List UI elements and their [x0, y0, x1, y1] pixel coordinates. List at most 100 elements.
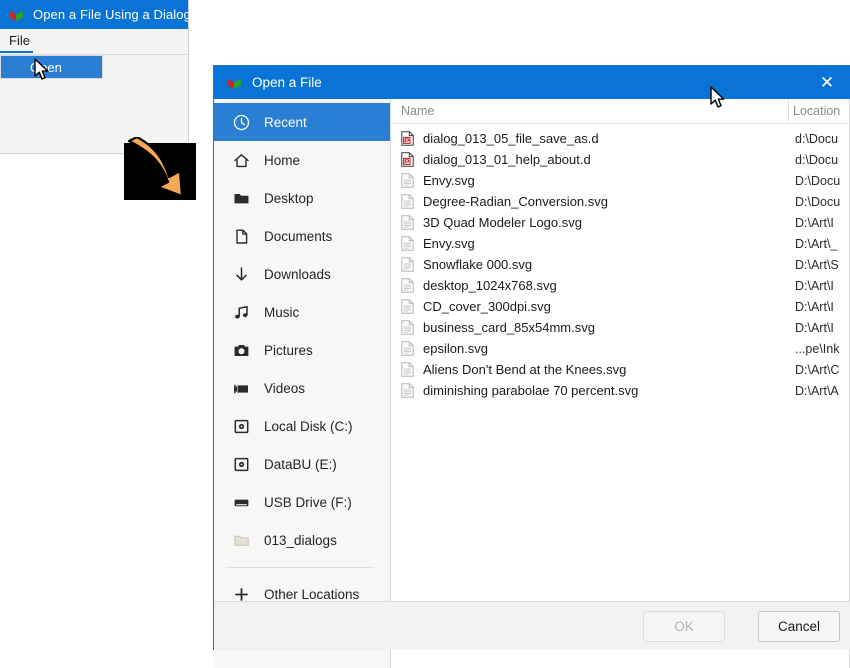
sidebar-item-013-dialogs[interactable]: 013_dialogs — [214, 521, 390, 559]
doc-gray-icon — [401, 173, 414, 188]
file-name-label: diminishing parabolae 70 percent.svg — [423, 383, 639, 398]
background-window-title: Open a File Using a Dialog — [33, 7, 191, 22]
file-location-cell: D:\Art\A — [795, 383, 839, 398]
file-row[interactable]: 3D Quad Modeler Logo.svg D:\Art\I — [391, 212, 849, 233]
sidebar-item-label: Desktop — [264, 190, 314, 206]
file-row[interactable]: desktop_1024x768.svg D:\Art\I — [391, 275, 849, 296]
file-row[interactable]: Envy.svg D:\Art\_ — [391, 233, 849, 254]
dialog-title: Open a File — [252, 75, 322, 90]
sidebar-item-label: 013_dialogs — [264, 532, 337, 548]
file-row[interactable]: diminishing parabolae 70 percent.svg D:\A… — [391, 380, 849, 401]
file-location-cell: d:\Docu — [795, 131, 839, 146]
file-list-pane: Name Location dialog_013_05_file_save_as… — [391, 99, 850, 668]
doc-gray-icon — [401, 341, 414, 356]
sidebar-item-home[interactable]: Home — [214, 141, 390, 179]
file-name-label: dialog_013_05_file_save_as.d — [423, 131, 599, 146]
download-arrow-icon — [232, 265, 251, 284]
sidebar-item-label: USB Drive (F:) — [264, 494, 352, 510]
menu-file[interactable]: File — [0, 29, 33, 53]
sidebar-item-pictures[interactable]: Pictures — [214, 331, 390, 369]
file-row[interactable]: dialog_013_01_help_about.d d:\Docu — [391, 149, 849, 170]
doc-gray-icon — [401, 215, 414, 230]
usb-drive-icon — [232, 493, 251, 512]
file-name-cell: CD_cover_300dpi.svg — [391, 299, 788, 314]
sidebar-item-desktop[interactable]: Desktop — [214, 179, 390, 217]
file-row[interactable]: CD_cover_300dpi.svg D:\Art\I — [391, 296, 849, 317]
sidebar-item-recent[interactable]: Recent — [214, 103, 390, 141]
sidebar-item-usb-drive-f[interactable]: USB Drive (F:) — [214, 483, 390, 521]
doc-gray-icon — [401, 257, 414, 272]
sidebar-item-label: Home — [264, 152, 301, 168]
doc-red-icon — [401, 152, 414, 167]
sidebar-item-databu-e[interactable]: DataBU (E:) — [214, 445, 390, 483]
folder-icon — [232, 189, 251, 208]
close-icon[interactable]: ✕ — [804, 66, 850, 99]
menu-item-open[interactable]: Open — [1, 56, 102, 78]
annotation-arrow — [124, 137, 197, 201]
file-name-cell: dialog_013_05_file_save_as.d — [391, 131, 788, 146]
file-location-cell: D:\Art\I — [795, 215, 834, 230]
file-name-cell: Snowflake 000.svg — [391, 257, 788, 272]
document-icon — [232, 227, 251, 246]
file-name-cell: Envy.svg — [391, 173, 788, 188]
sidebar-item-label: Pictures — [264, 342, 313, 358]
file-location-cell: D:\Art\I — [795, 320, 834, 335]
file-list[interactable]: dialog_013_05_file_save_as.d d:\Docu dialo… — [391, 124, 849, 668]
file-name-cell: Aliens Don't Bend at the Knees.svg — [391, 362, 788, 377]
sidebar-item-label: Recent — [264, 114, 307, 130]
file-location-cell: D:\Art\_ — [795, 236, 838, 251]
sidebar-item-label: Documents — [264, 228, 333, 244]
file-row[interactable]: business_card_85x54mm.svg D:\Art\I — [391, 317, 849, 338]
cube-icon — [227, 75, 242, 90]
cancel-button[interactable]: Cancel — [758, 611, 840, 642]
column-header-name[interactable]: Name — [391, 104, 788, 118]
file-name-label: CD_cover_300dpi.svg — [423, 299, 551, 314]
file-location-cell: D:\Docu — [795, 173, 841, 188]
file-name-label: epsilon.svg — [423, 341, 489, 356]
file-row[interactable]: Degree-Radian_Conversion.svg D:\Docu — [391, 191, 849, 212]
sidebar-item-label: Local Disk (C:) — [264, 418, 353, 434]
sidebar-divider — [226, 567, 374, 568]
sidebar-item-documents[interactable]: Documents — [214, 217, 390, 255]
doc-red-icon — [401, 131, 414, 146]
sidebar-item-downloads[interactable]: Downloads — [214, 255, 390, 293]
doc-gray-icon — [401, 278, 414, 293]
file-name-cell: Envy.svg — [391, 236, 788, 251]
file-row[interactable]: Snowflake 000.svg D:\Art\S — [391, 254, 849, 275]
sidebar-item-local-disk-c[interactable]: Local Disk (C:) — [214, 407, 390, 445]
file-row[interactable]: dialog_013_05_file_save_as.d d:\Docu — [391, 128, 849, 149]
file-row[interactable]: Envy.svg D:\Docu — [391, 170, 849, 191]
file-list-header: Name Location — [391, 99, 849, 124]
harddisk-icon — [232, 455, 251, 474]
doc-gray-icon — [401, 299, 414, 314]
file-row[interactable]: epsilon.svg ...pe\Ink — [391, 338, 849, 359]
home-icon — [232, 151, 251, 170]
sidebar-item-label: Videos — [264, 380, 306, 396]
dialog-footer: OK Cancel — [214, 601, 850, 650]
places-sidebar: Recent Home Desktop Documents Downloads … — [214, 99, 391, 668]
open-file-dialog: Open a File ✕ Recent Home Desktop Docume… — [213, 65, 850, 668]
column-header-location[interactable]: Location — [788, 99, 849, 123]
clock-icon — [232, 113, 251, 132]
sidebar-item-videos[interactable]: Videos — [214, 369, 390, 407]
file-name-cell: 3D Quad Modeler Logo.svg — [391, 215, 788, 230]
file-name-label: Envy.svg — [423, 173, 475, 188]
file-location-cell: D:\Art\S — [795, 257, 839, 272]
file-location-cell: D:\Art\I — [795, 299, 834, 314]
curved-arrow-icon — [127, 137, 184, 198]
menubar: File — [0, 29, 188, 55]
file-row[interactable]: Aliens Don't Bend at the Knees.svg D:\Art… — [391, 359, 849, 380]
file-name-cell: epsilon.svg — [391, 341, 788, 356]
file-name-label: desktop_1024x768.svg — [423, 278, 557, 293]
file-name-cell: business_card_85x54mm.svg — [391, 320, 788, 335]
sidebar-item-label: Music — [264, 304, 300, 320]
ok-button[interactable]: OK — [643, 611, 725, 642]
file-name-label: Degree-Radian_Conversion.svg — [423, 194, 608, 209]
folder-icon — [232, 531, 251, 550]
sidebar-item-music[interactable]: Music — [214, 293, 390, 331]
doc-gray-icon — [401, 194, 414, 209]
menu-file-popup: Open — [0, 55, 103, 79]
camera-icon — [232, 341, 251, 360]
file-location-cell: D:\Docu — [795, 194, 841, 209]
dialog-titlebar[interactable]: Open a File ✕ — [214, 66, 850, 99]
